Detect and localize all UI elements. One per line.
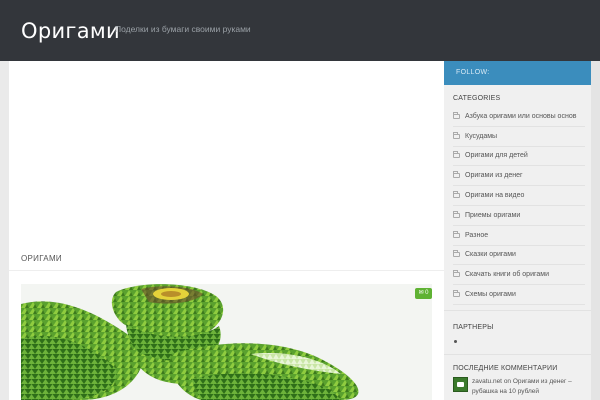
site-tagline: Поделки из бумаги своими руками [115,24,251,34]
category-item[interactable]: Оригами из денег [453,166,585,187]
category-item[interactable]: Оригами на видео [453,186,585,206]
category-link[interactable]: Сказки оригами [465,251,516,258]
category-item[interactable]: Схемы оригами [453,285,585,305]
folder-icon [453,111,460,119]
category-link[interactable]: Оригами из денег [465,172,523,179]
section-divider [9,270,444,271]
partners-widget-title: ПАРТНЕРЫ [453,324,494,331]
partner-bullet [454,340,457,343]
site-title-link[interactable]: Оригами [21,19,120,43]
category-item[interactable]: Разное [453,226,585,246]
main-content: ОРИГАМИ ✉ 0 [9,61,444,400]
category-item[interactable]: Сказки оригами [453,246,585,266]
category-link[interactable]: Приемы оригами [465,212,520,219]
post-thumbnail[interactable]: ✉ 0 [21,284,432,400]
comment-count: 0 [425,290,429,296]
site-header: Оригами Поделки из бумаги своими руками [0,0,600,61]
category-link[interactable]: Скачать книги об оригами [465,271,549,278]
category-item[interactable]: Приемы оригами [453,206,585,226]
recent-comments-widget-title: ПОСЛЕДНИЕ КОММЕНТАРИИ [453,365,558,372]
sidebar: FOLLOW: CATEGORIES Азбука оригами или ос… [444,61,591,400]
ad-placeholder [9,61,444,241]
category-item[interactable]: Азбука оригами или основы основ [453,107,585,127]
categories-list: Азбука оригами или основы основ Кусудамы… [453,107,585,305]
category-link[interactable]: Азбука оригами или основы основ [465,113,576,120]
comment-author: zavatu.net [472,378,502,385]
folder-icon [453,171,460,179]
folder-icon [453,270,460,278]
folder-icon [453,151,460,159]
category-item[interactable]: Скачать книги об оригами [453,265,585,286]
widget-divider [444,354,591,355]
category-link[interactable]: Оригами для детей [465,152,528,159]
folder-icon [453,230,460,238]
section-heading: ОРИГАМИ [21,254,62,263]
category-item[interactable]: Кусудамы [453,127,585,147]
folder-icon [453,191,460,199]
category-link[interactable]: Оригами на видео [465,192,524,199]
category-link[interactable]: Схемы оригами [465,291,516,298]
folder-icon [453,210,460,218]
category-link[interactable]: Кусудамы [465,133,497,140]
folder-icon [453,250,460,258]
right-gutter [591,61,600,400]
category-link[interactable]: Разное [465,232,488,239]
folder-icon [453,290,460,298]
widget-divider [444,310,591,311]
comment-count-badge[interactable]: ✉ 0 [415,288,432,299]
recent-comment-text: zavatu.net on Оригами из денег – рубашка… [472,377,592,397]
follow-bar: FOLLOW: [444,61,591,85]
comment-bubble-icon: ✉ [418,290,424,296]
avatar [453,377,468,392]
category-item[interactable]: Оригами для детей [453,147,585,167]
comment-on-word: on [503,378,512,385]
folder-icon [453,131,460,139]
origami-swan-image [21,284,432,400]
categories-widget-title: CATEGORIES [453,95,501,102]
